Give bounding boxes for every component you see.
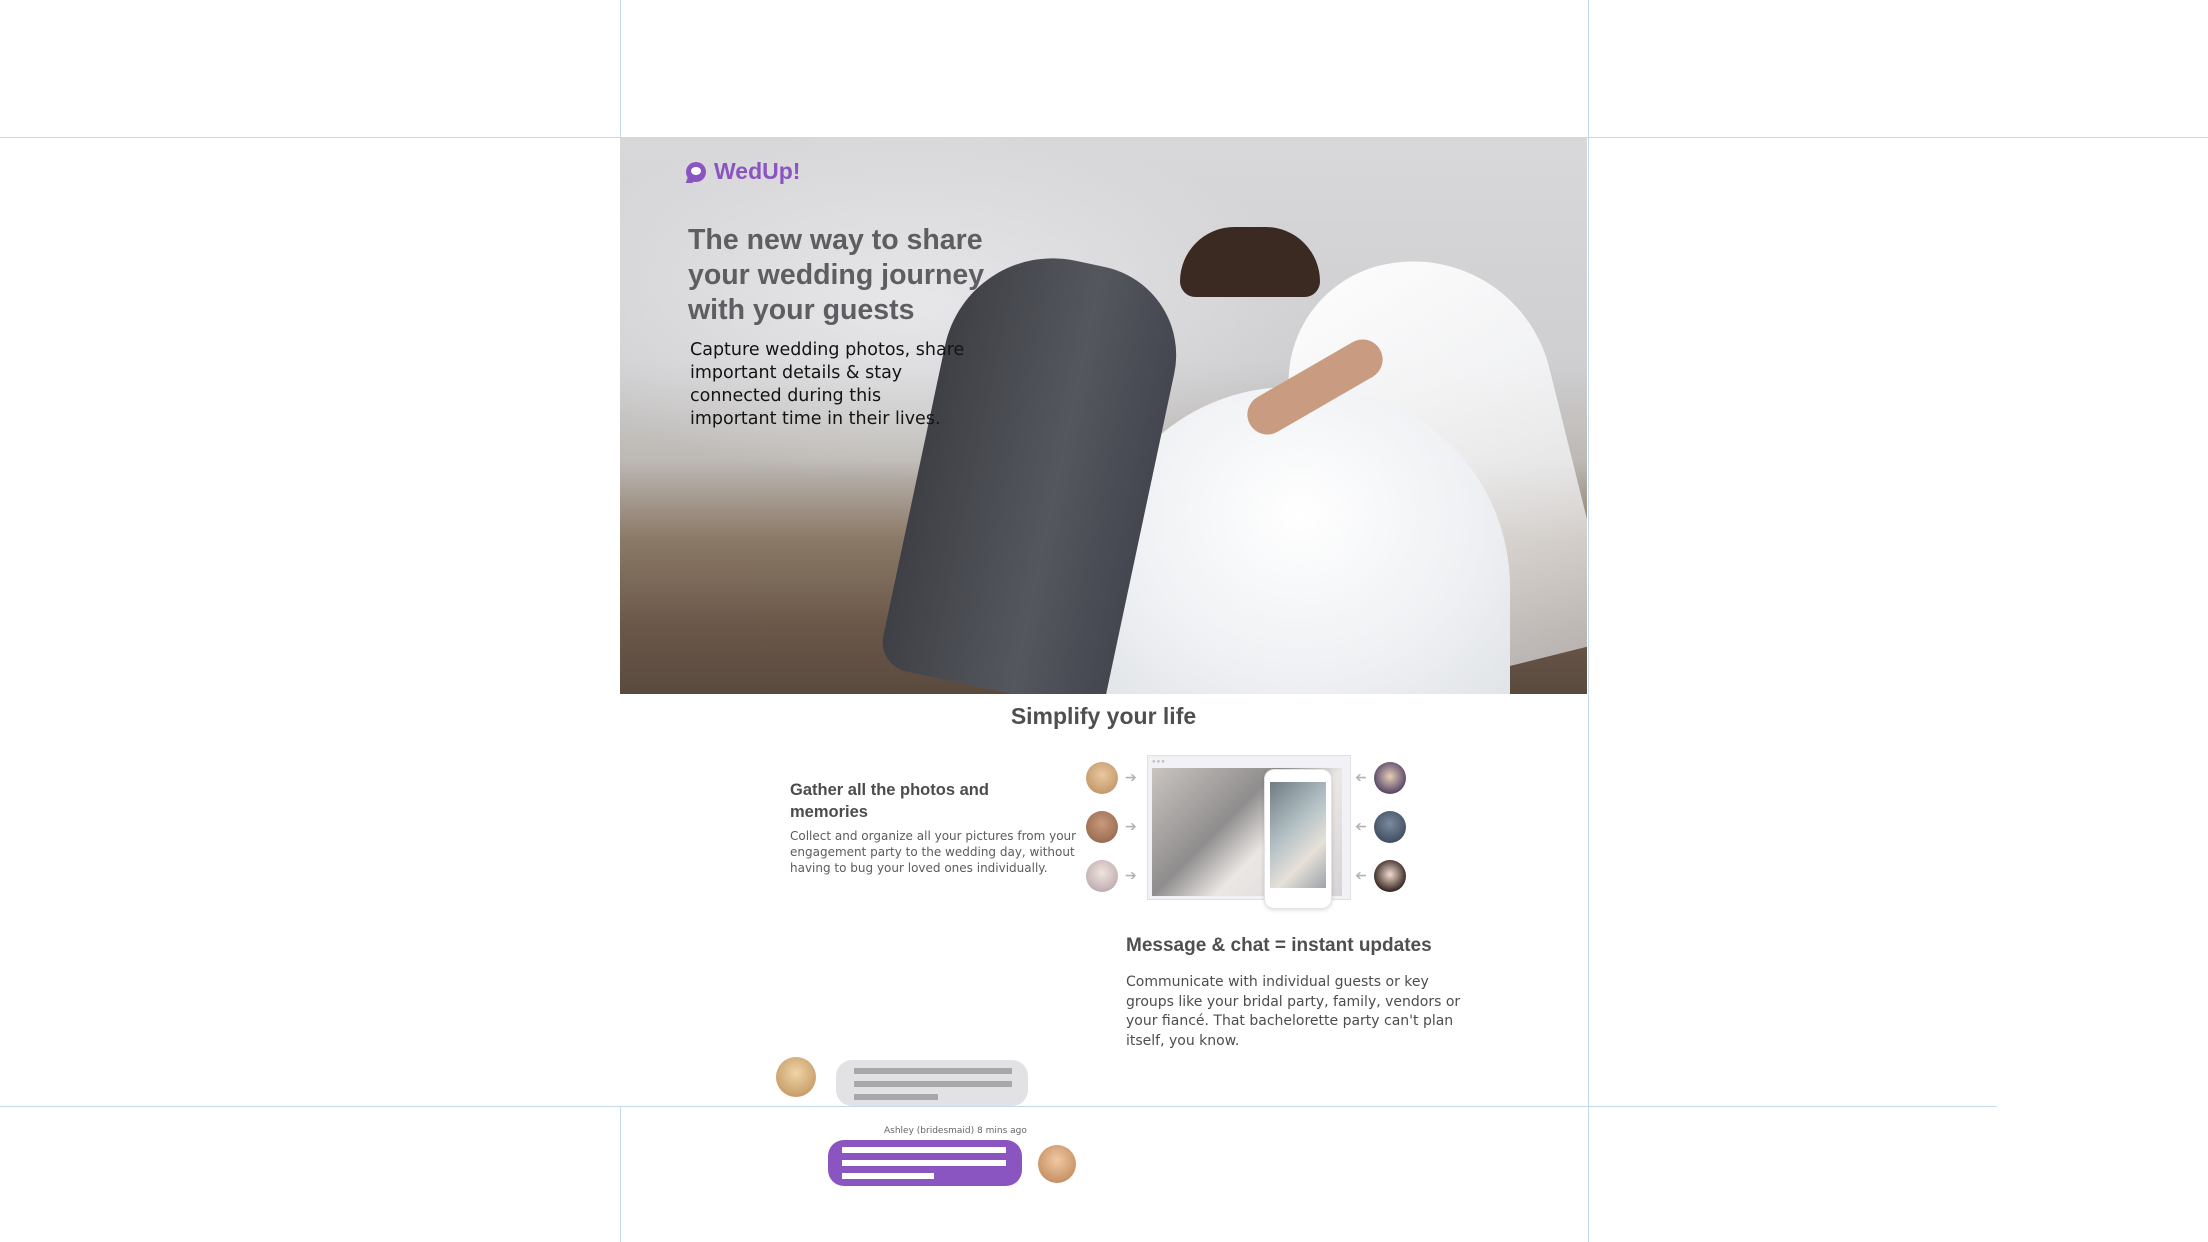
chat-bubble-icon [686, 161, 706, 182]
arrow-left-icon: ➔ [1355, 818, 1367, 834]
guest-avatar [1374, 762, 1406, 794]
feature-photos-title: Gather all the photos and memories [790, 781, 989, 821]
section-title: Simplify your life [1010, 703, 1197, 729]
chat-illustration: Ashley (bridesmaid) 8 mins ago [776, 915, 1076, 1186]
recipient-avatar [1038, 1145, 1076, 1183]
sender-avatar [776, 1057, 816, 1097]
message-text-line [854, 1068, 1012, 1074]
hero-subcopy: Capture wedding photos, share important … [690, 340, 965, 429]
message-meta: Ashley (bridesmaid) 8 mins ago [884, 1126, 1027, 1136]
guide-right [1588, 0, 1589, 1242]
message-text-line [842, 1147, 1006, 1153]
guest-avatar [1086, 762, 1118, 794]
email-canvas: WedUp! The new way to share your wedding… [620, 137, 1587, 1186]
phone-photo [1270, 782, 1326, 888]
guest-avatar [1086, 860, 1118, 892]
arrow-left-icon: ➔ [1355, 867, 1367, 883]
feature-chat-title: Message & chat = instant updates [1126, 935, 1432, 956]
brand-name: WedUp! [714, 158, 801, 184]
guest-avatar [1086, 811, 1118, 843]
message-text-line [842, 1160, 1006, 1166]
feature-chat-body: Communicate with individual guests or ke… [1126, 974, 1461, 1049]
arrow-right-icon: ➔ [1125, 818, 1137, 834]
arrow-left-icon: ➔ [1355, 769, 1367, 785]
window-dots: ●●● [1152, 759, 1166, 765]
guide-bottom [0, 1106, 1997, 1107]
hero-headline: The new way to share your wedding journe… [688, 224, 985, 326]
hero-photo-hair [1180, 227, 1320, 297]
arrow-right-icon: ➔ [1125, 867, 1137, 883]
arrow-right-icon: ➔ [1125, 769, 1137, 785]
guest-avatar [1374, 860, 1406, 892]
guest-avatar [1374, 811, 1406, 843]
feature-photos-body: Collect and organize all your pictures f… [790, 829, 1077, 875]
hero-banner: WedUp! The new way to share your wedding… [620, 137, 1587, 694]
message-text-line [842, 1173, 934, 1179]
message-text-line [854, 1094, 938, 1100]
message-text-line [854, 1081, 1012, 1087]
phone-mockup [1264, 769, 1332, 909]
brand-logo[interactable]: WedUp! [686, 158, 800, 185]
